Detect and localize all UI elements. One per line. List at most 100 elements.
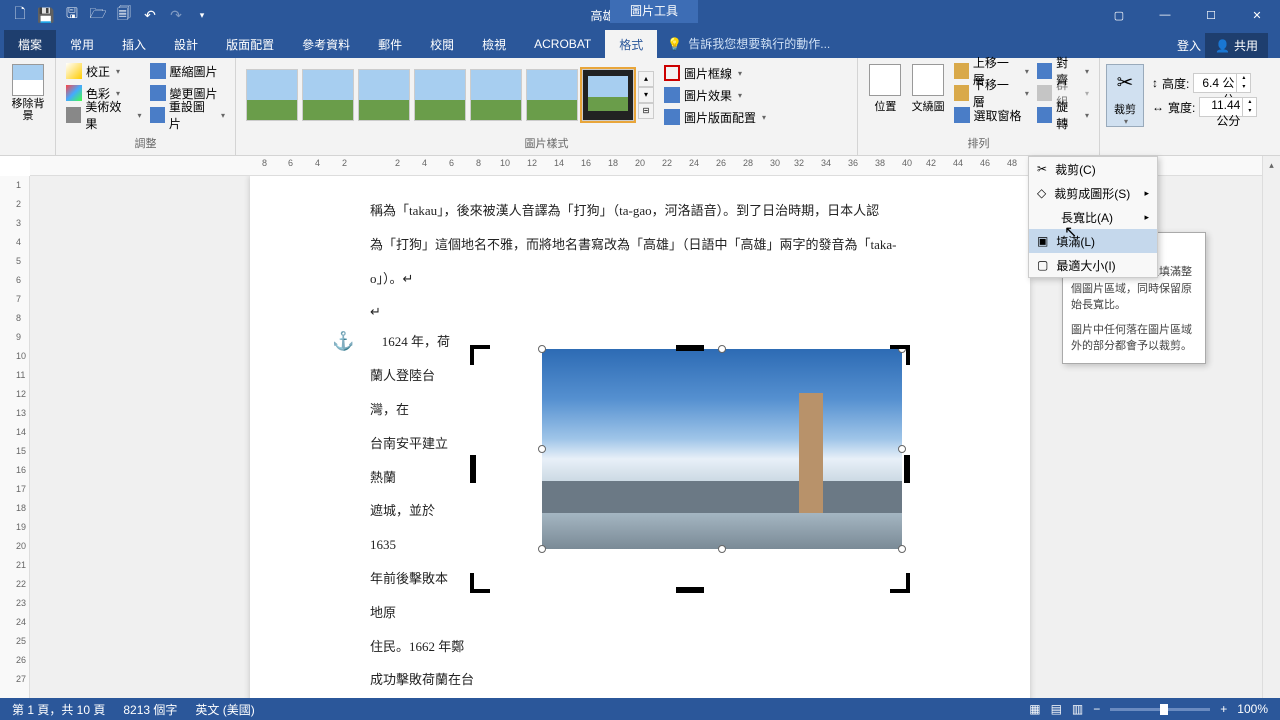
crop-menu-fill[interactable]: ▣填滿(L) xyxy=(1029,229,1157,253)
tab-references[interactable]: 參考資料 xyxy=(288,30,364,58)
width-label: 寬度: xyxy=(1168,99,1195,116)
crop-handle-br[interactable] xyxy=(890,573,910,593)
anchor-icon: ⚓ xyxy=(332,331,354,352)
qat-open-icon[interactable]: 🗁 xyxy=(86,3,110,27)
style-preset-5[interactable] xyxy=(470,69,522,121)
crop-menu-crop[interactable]: ✂裁剪(C) xyxy=(1029,157,1157,181)
compress-button[interactable]: 壓縮圖片 xyxy=(146,60,230,82)
qat-redo-icon[interactable]: ↷ xyxy=(164,3,188,27)
view-web-icon[interactable]: ▥ xyxy=(1072,702,1083,716)
crop-handle-tl[interactable] xyxy=(470,345,490,365)
zoom-level[interactable]: 100% xyxy=(1237,702,1268,716)
wrapped-text: 1624 年，荷 xyxy=(370,325,480,359)
fit-icon: ▢ xyxy=(1037,258,1048,272)
height-input[interactable]: 6.4 公分▴▾ xyxy=(1193,73,1251,93)
crop-menu-fit[interactable]: ▢最適大小(I) xyxy=(1029,253,1157,277)
qat-save-icon[interactable]: 💾 xyxy=(34,3,58,27)
piclayout-icon xyxy=(664,109,680,125)
tab-view[interactable]: 檢視 xyxy=(468,30,520,58)
picture-border-button[interactable]: 圖片框線▾ xyxy=(660,62,770,84)
share-button[interactable]: 👤 共用 xyxy=(1205,33,1268,58)
crop-menu-aspect[interactable]: 長寬比(A)▸ xyxy=(1029,205,1157,229)
position-button[interactable]: 位置 xyxy=(864,60,907,130)
crop-handle-tr[interactable] xyxy=(890,345,910,365)
qat-customize-icon[interactable]: ▾ xyxy=(190,3,214,27)
file-tab[interactable]: 檔案 xyxy=(4,30,56,58)
picture-layout-button[interactable]: 圖片版面配置▾ xyxy=(660,106,770,128)
share-icon: 👤 xyxy=(1215,39,1230,53)
style-preset-6[interactable] xyxy=(526,69,578,121)
tab-acrobat[interactable]: ACROBAT xyxy=(520,30,605,58)
gallery-more-icon[interactable]: ⊟ xyxy=(638,103,654,119)
scroll-up-icon[interactable]: ▴ xyxy=(1263,156,1280,174)
zoom-in-icon[interactable]: + xyxy=(1220,702,1227,716)
group-button[interactable]: 群組▾ xyxy=(1033,82,1093,104)
crop-handle-bl[interactable] xyxy=(470,573,490,593)
reset-picture-button[interactable]: 重設圖片▾ xyxy=(146,104,230,126)
style-preset-7[interactable] xyxy=(582,69,634,121)
crop-handle-b[interactable] xyxy=(676,587,704,593)
remove-background-button[interactable]: 移除背景 xyxy=(6,60,50,126)
wrapped-text: 住民。1662 年鄭 xyxy=(370,630,480,664)
tell-me-search[interactable]: 💡 告訴我您想要執行的動作... xyxy=(657,29,840,58)
crop-icon: ✂ xyxy=(1117,70,1134,95)
image-crop-frame[interactable] xyxy=(470,345,910,593)
word-count[interactable]: 8213 個字 xyxy=(123,701,177,718)
corrections-icon xyxy=(66,63,82,79)
tab-review[interactable]: 校閱 xyxy=(416,30,468,58)
send-backward-button[interactable]: 下移一層▾ xyxy=(950,82,1033,104)
tab-design[interactable]: 設計 xyxy=(160,30,212,58)
crop-menu-shape[interactable]: ◇裁剪成圖形(S)▸ xyxy=(1029,181,1157,205)
gallery-up-icon[interactable]: ▴ xyxy=(638,71,654,87)
tab-insert[interactable]: 插入 xyxy=(108,30,160,58)
paragraph-text: 為「打狗」這個地名不雅，而將地名書寫改為「高雄」（日語中「高雄」兩字的發音為「t… xyxy=(370,228,910,262)
artistic-effects-button[interactable]: 美術效果▾ xyxy=(62,104,146,126)
fill-icon: ▣ xyxy=(1037,234,1048,248)
wrapped-text: 成功擊敗荷蘭在台 xyxy=(370,663,480,697)
zoom-slider[interactable] xyxy=(1110,708,1210,711)
view-read-icon[interactable]: ▤ xyxy=(1051,702,1062,716)
zoom-out-icon[interactable]: − xyxy=(1093,702,1100,716)
forward-icon xyxy=(954,63,969,79)
tab-home[interactable]: 常用 xyxy=(56,30,108,58)
crop-split-button[interactable]: ✂ 裁剪 ▾ xyxy=(1106,64,1144,127)
language-indicator[interactable]: 英文 (美國) xyxy=(195,701,254,718)
style-preset-4[interactable] xyxy=(414,69,466,121)
qat-preview-icon[interactable]: 🗐 xyxy=(112,3,136,27)
ribbon-display-options[interactable]: ▢ xyxy=(1096,0,1142,30)
crop-handle-l[interactable] xyxy=(470,455,476,483)
qat-saveas-icon[interactable]: 🖫 xyxy=(60,3,84,27)
selected-image[interactable] xyxy=(542,349,902,549)
tab-format[interactable]: 格式 xyxy=(605,30,657,58)
vertical-ruler[interactable]: 1234567891011121314151617181920212223242… xyxy=(0,176,30,698)
align-icon xyxy=(1037,63,1052,79)
style-preset-1[interactable] xyxy=(246,69,298,121)
page-indicator[interactable]: 第 1 頁，共 10 頁 xyxy=(12,701,105,718)
picture-styles-gallery[interactable] xyxy=(242,65,638,125)
qat-new-icon[interactable]: 🗋 xyxy=(8,3,32,27)
corrections-button[interactable]: 校正▾ xyxy=(62,60,146,82)
effects-icon xyxy=(664,87,680,103)
maximize-button[interactable]: ☐ xyxy=(1188,0,1234,30)
arrange-group-label: 排列 xyxy=(864,135,1093,153)
crop-handle-t[interactable] xyxy=(676,345,704,351)
group-icon xyxy=(1037,85,1052,101)
width-input[interactable]: 11.44 公分▴▾ xyxy=(1199,97,1257,117)
style-preset-2[interactable] xyxy=(302,69,354,121)
vertical-scrollbar[interactable]: ▴ xyxy=(1262,156,1280,698)
wrap-text-button[interactable]: 文繞圖 xyxy=(907,60,950,130)
minimize-button[interactable]: — xyxy=(1142,0,1188,30)
crop-handle-r[interactable] xyxy=(904,455,910,483)
selection-pane-button[interactable]: 選取窗格 xyxy=(950,104,1033,126)
document-page[interactable]: 稱為「takau」，後來被漢人音譯為「打狗」（ta-gao，河洛語音）。到了日治… xyxy=(250,176,1030,698)
picture-effects-button[interactable]: 圖片效果▾ xyxy=(660,84,770,106)
qat-undo-icon[interactable]: ↶ xyxy=(138,3,162,27)
close-button[interactable]: ✕ xyxy=(1234,0,1280,30)
signin-link[interactable]: 登入 xyxy=(1177,37,1201,54)
lightbulb-icon: 💡 xyxy=(667,37,682,51)
tab-mailings[interactable]: 郵件 xyxy=(364,30,416,58)
view-print-icon[interactable]: ▦ xyxy=(1029,702,1040,716)
tab-layout[interactable]: 版面配置 xyxy=(212,30,288,58)
gallery-down-icon[interactable]: ▾ xyxy=(638,87,654,103)
style-preset-3[interactable] xyxy=(358,69,410,121)
